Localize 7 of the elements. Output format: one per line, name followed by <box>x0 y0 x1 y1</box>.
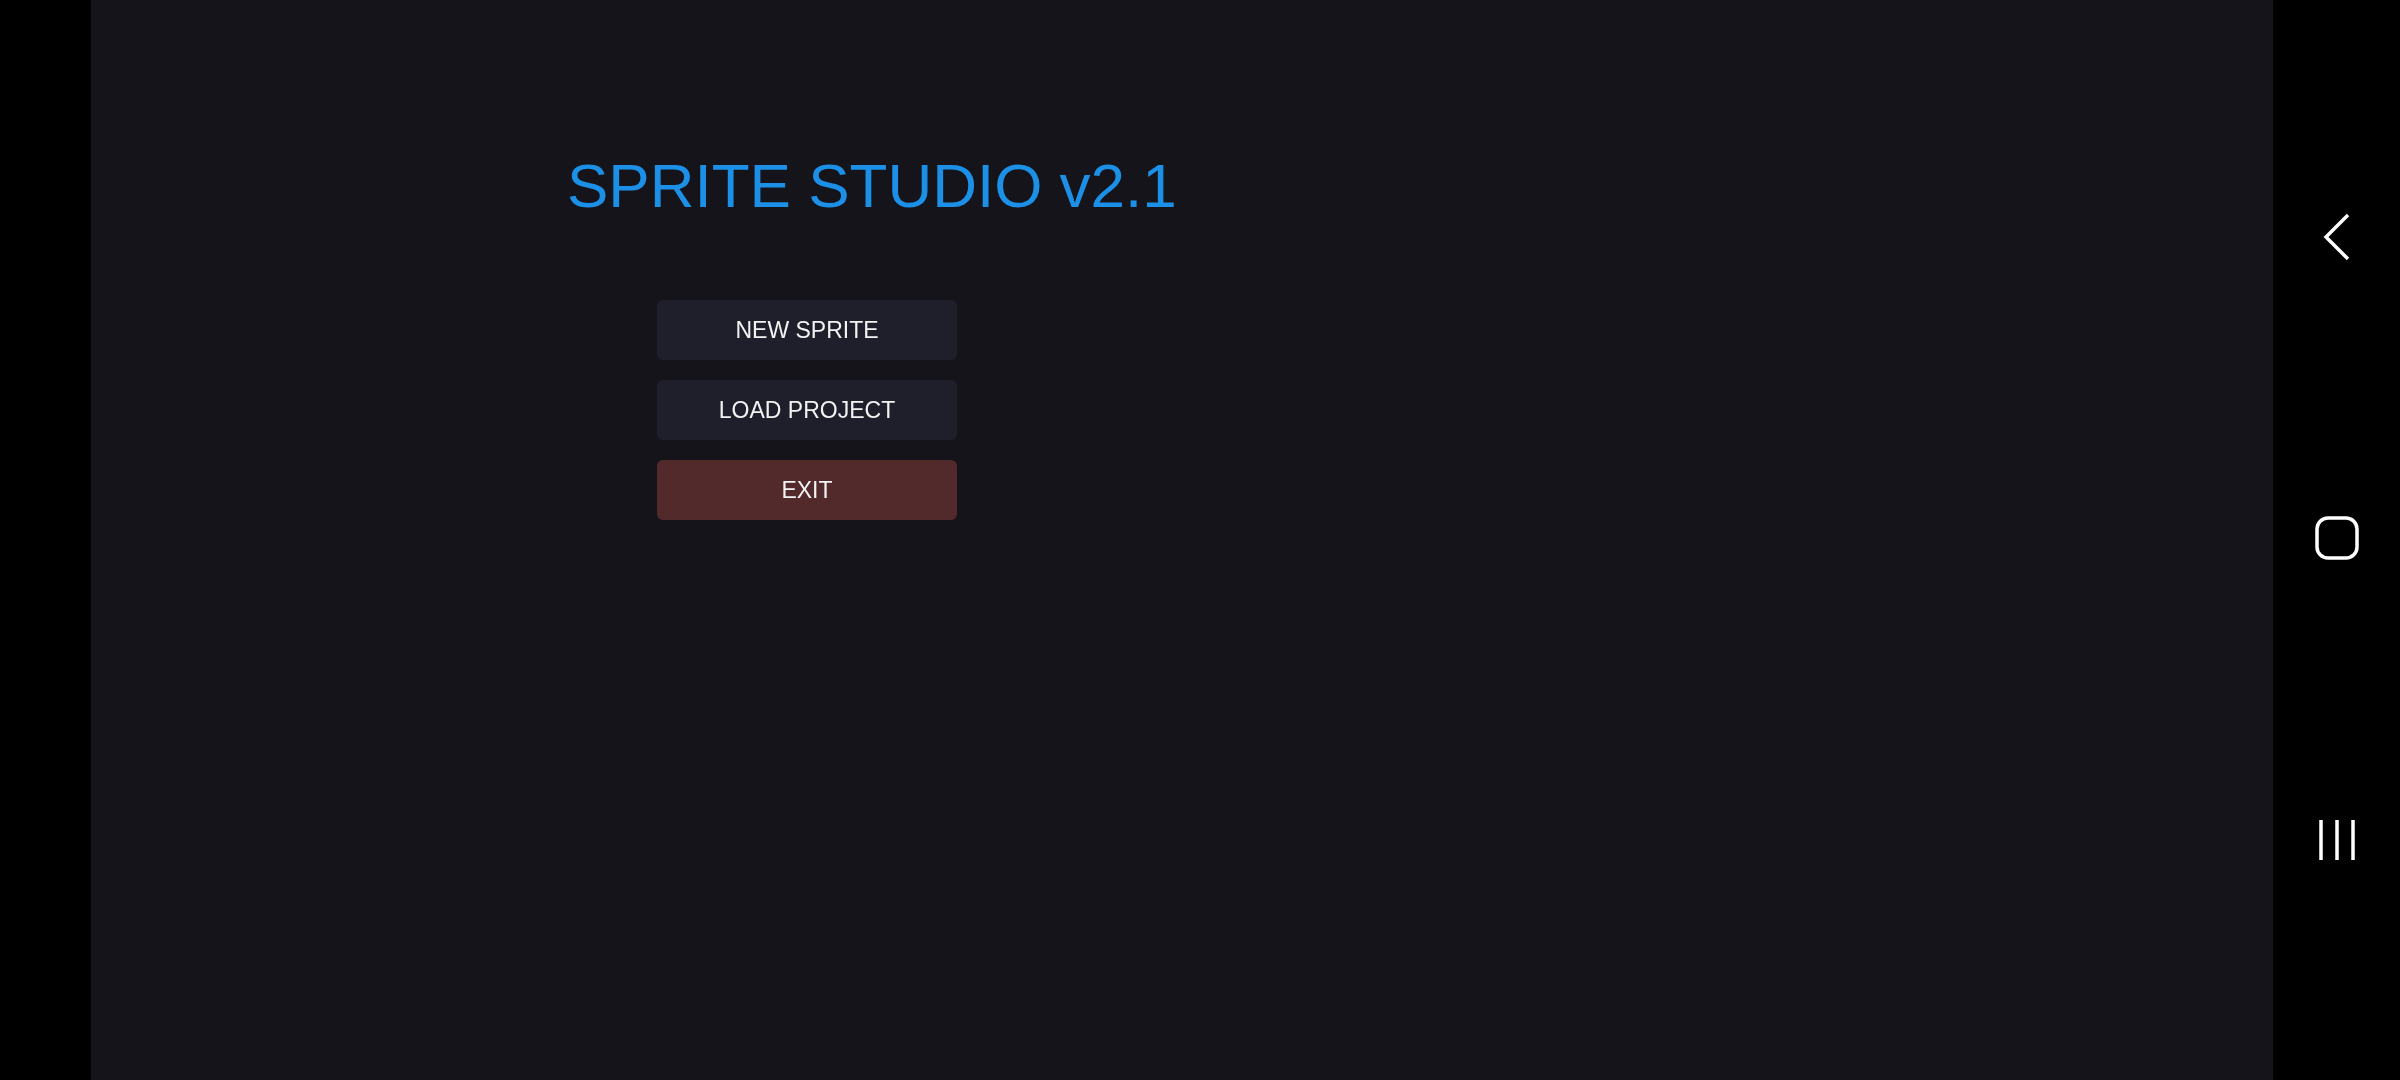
menu-button[interactable]: LOAD PROJECT <box>657 380 957 440</box>
app-title: SPRITE STUDIO v2.1 <box>567 150 1177 222</box>
home-icon[interactable] <box>2314 516 2359 560</box>
menu-button[interactable]: NEW SPRITE <box>657 300 957 360</box>
recent-apps-icon[interactable] <box>2316 820 2357 860</box>
back-icon[interactable] <box>2321 213 2352 261</box>
menu-button[interactable]: EXIT <box>657 460 957 520</box>
